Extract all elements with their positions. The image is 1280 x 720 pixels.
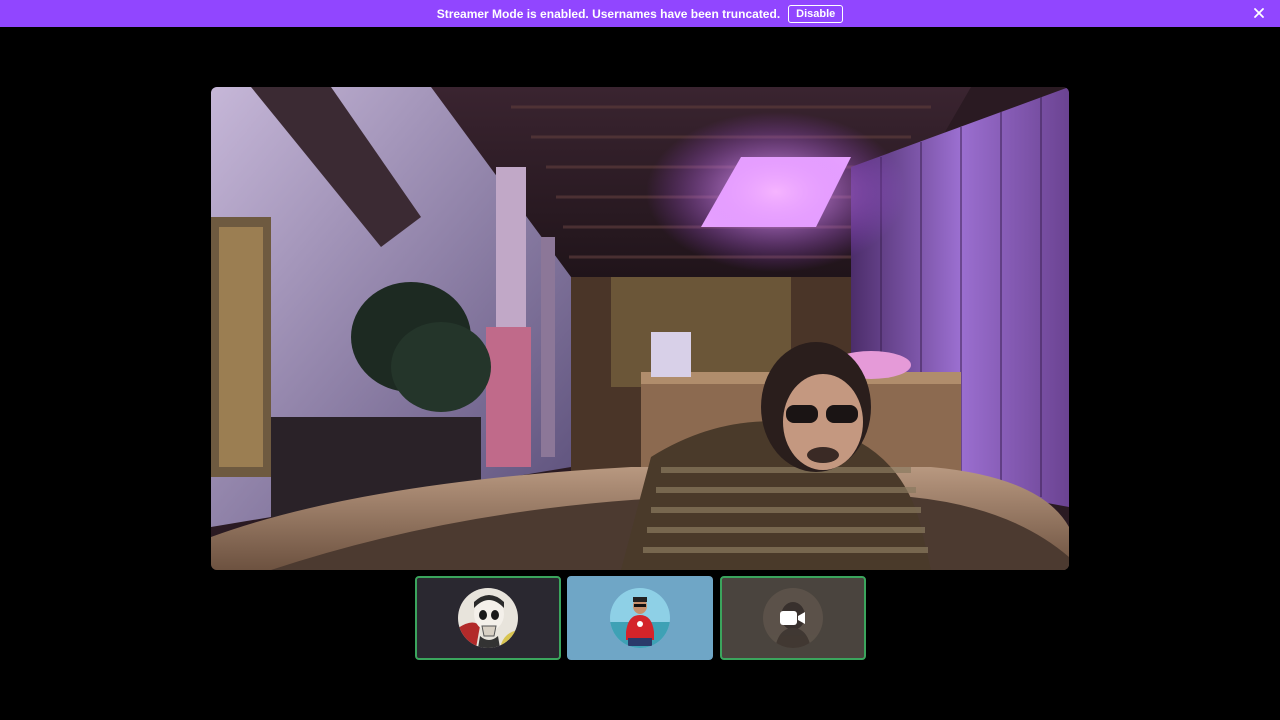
skull-avatar: [458, 588, 518, 648]
streamer-mode-message: Streamer Mode is enabled. Usernames have…: [436, 6, 781, 21]
disable-streamer-mode-button[interactable]: Disable: [788, 4, 844, 23]
participant-tile-2[interactable]: [567, 576, 713, 660]
participant-tile-3[interactable]: [720, 576, 866, 660]
streamer-mode-banner: Streamer Mode is enabled. Usernames have…: [0, 0, 1280, 27]
participant-tile-1[interactable]: [415, 576, 561, 660]
close-icon[interactable]: [1252, 6, 1266, 20]
camera-icon: [780, 609, 806, 627]
main-video-feed[interactable]: [211, 87, 1069, 570]
man-red-shirt-avatar: [610, 588, 670, 648]
